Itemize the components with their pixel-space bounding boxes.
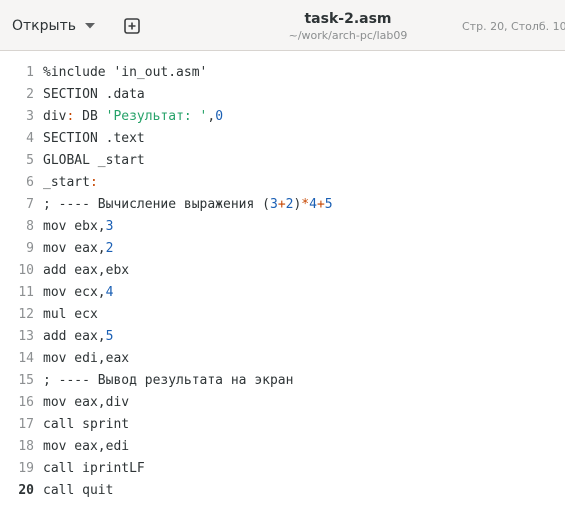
code-line[interactable]: mov eax,div <box>43 392 565 414</box>
code-line[interactable]: mov ecx,4 <box>43 282 565 304</box>
line-number: 5 <box>26 153 34 168</box>
line-number: 4 <box>26 131 34 146</box>
code-token: 3 <box>105 219 114 234</box>
code-token: _start <box>43 175 90 190</box>
code-token: DB <box>74 109 106 124</box>
code-token: + <box>316 197 325 212</box>
line-number: 16 <box>18 395 34 410</box>
code-token: 0 <box>215 109 224 124</box>
line-number: 1 <box>26 65 34 80</box>
code-token: add eax,ebx <box>43 263 130 278</box>
code-line[interactable]: SECTION .data <box>43 84 565 106</box>
header-bar: Открыть task-2.asm ~/work/arch-pc/lab09 … <box>0 0 565 51</box>
line-number: 18 <box>18 439 34 454</box>
code-token: SECTION .text <box>43 131 145 146</box>
code-token: mov edi,eax <box>43 351 130 366</box>
cursor-position[interactable]: Стр. 20, Столб. 10 <box>462 20 565 33</box>
code-token: mov eax,edi <box>43 439 130 454</box>
code-line[interactable]: SECTION .text <box>43 128 565 150</box>
code-token: SECTION .data <box>43 87 145 102</box>
code-token: 'Результат: ' <box>105 109 208 124</box>
code-token: 3 <box>269 197 278 212</box>
code-token: 4 <box>309 197 317 212</box>
code-line[interactable]: mov eax,edi <box>43 436 565 458</box>
code-token: * <box>301 197 310 212</box>
code-line[interactable]: ; ---- Вычисление выражения (3+2)*4+5 <box>43 194 565 216</box>
code-token: : <box>89 175 98 190</box>
code-token: 2 <box>105 241 114 256</box>
code-line[interactable]: _start: <box>43 172 565 194</box>
code-token: mov ebx, <box>43 219 106 234</box>
code-token: mov ecx, <box>43 285 106 300</box>
code-token: div <box>43 109 67 124</box>
code-line[interactable]: %include 'in_out.asm' <box>43 62 565 84</box>
line-number: 13 <box>18 329 34 344</box>
line-number-gutter: 1 2 3 4 5 6 7 8 9 10 11 12 13 14 15 16 17 18 19 20 <box>0 62 34 502</box>
code-line[interactable]: mov edi,eax <box>43 348 565 370</box>
line-number: 12 <box>18 307 34 322</box>
code-line[interactable]: GLOBAL _start <box>43 150 565 172</box>
open-button[interactable]: Открыть <box>12 13 96 39</box>
code-token: ; ---- Вывод результата на экран <box>43 373 294 388</box>
line-number: 2 <box>26 87 34 102</box>
line-number: 15 <box>18 373 34 388</box>
code-line[interactable]: add eax,5 <box>43 326 565 348</box>
line-number: 20 <box>18 483 34 498</box>
code-line[interactable]: call sprint <box>43 414 565 436</box>
line-number: 14 <box>18 351 34 366</box>
line-number: 9 <box>26 241 34 256</box>
code-token: GLOBAL _start <box>43 153 145 168</box>
line-number: 8 <box>26 219 34 234</box>
line-number: 17 <box>18 417 34 432</box>
line-number: 3 <box>26 109 34 124</box>
code-token: call iprintLF <box>43 461 145 476</box>
code-line[interactable]: call iprintLF <box>43 458 565 480</box>
code-line[interactable]: mov ebx,3 <box>43 216 565 238</box>
line-number: 7 <box>26 197 34 212</box>
code-line[interactable]: call quit <box>43 480 565 502</box>
code-token: 5 <box>324 197 333 212</box>
code-editor[interactable]: 1 2 3 4 5 6 7 8 9 10 11 12 13 14 15 16 17 18 19 20 %include… <box>0 51 565 531</box>
code-token: call quit <box>43 483 114 498</box>
window-title-block: task-2.asm ~/work/arch-pc/lab09 <box>248 10 448 43</box>
code-area[interactable]: %include 'in_out.asm' SECTION .data div: D… <box>43 62 565 502</box>
code-token: %include 'in_out.asm' <box>43 65 208 80</box>
code-token: mov eax, <box>43 241 106 256</box>
code-token: 4 <box>105 285 114 300</box>
code-line[interactable]: mov eax,2 <box>43 238 565 260</box>
code-line[interactable]: mul ecx <box>43 304 565 326</box>
line-number: 11 <box>18 285 34 300</box>
code-token: mul ecx <box>43 307 98 322</box>
line-number: 19 <box>18 461 34 476</box>
document-path: ~/work/arch-pc/lab09 <box>288 29 408 42</box>
open-button-label: Открыть <box>12 18 76 34</box>
line-number: 6 <box>26 175 34 190</box>
code-line[interactable]: div: DB 'Результат: ',0 <box>43 106 565 128</box>
document-title: task-2.asm <box>304 11 392 27</box>
code-token: mov eax,div <box>43 395 130 410</box>
code-token: + <box>277 197 286 212</box>
code-line[interactable]: ; ---- Вывод результата на экран <box>43 370 565 392</box>
code-token: call sprint <box>43 417 130 432</box>
code-token: 5 <box>105 329 114 344</box>
line-number: 10 <box>18 263 34 278</box>
code-token: ; ---- Вычисление выражения ( <box>43 197 270 212</box>
new-tab-icon[interactable] <box>123 17 141 35</box>
code-line[interactable]: add eax,ebx <box>43 260 565 282</box>
code-token: add eax, <box>43 329 106 344</box>
chevron-down-icon <box>84 23 95 29</box>
